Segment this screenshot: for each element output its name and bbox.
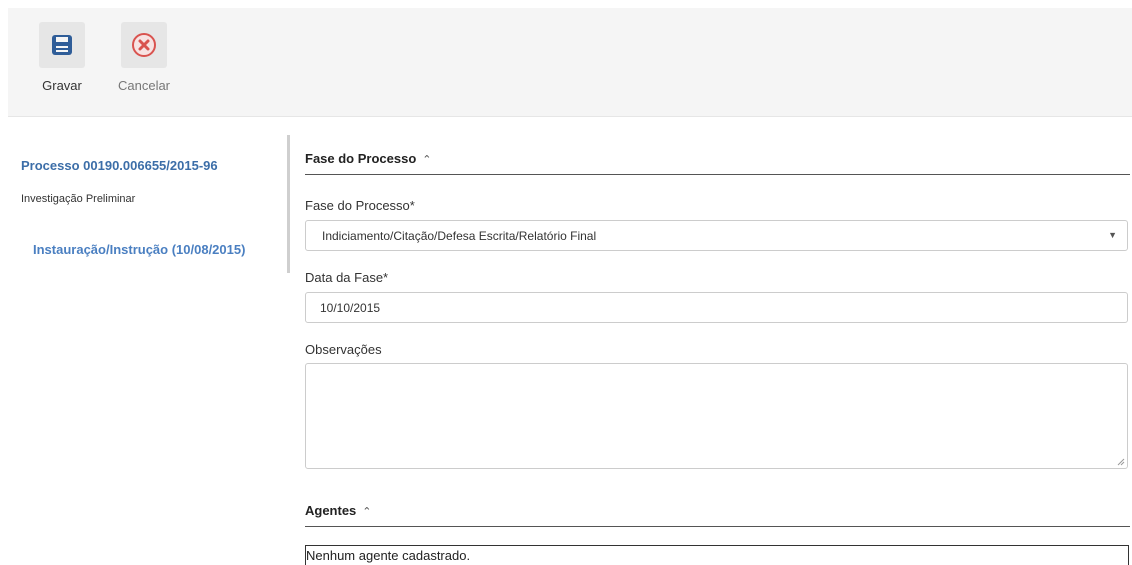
agents-table: Nenhum agente cadastrado. — [305, 545, 1129, 565]
notes-label: Observações — [305, 342, 382, 357]
save-label: Gravar — [42, 78, 82, 93]
caret-down-icon: ▼ — [1108, 230, 1117, 240]
process-subtitle: Investigação Preliminar — [21, 193, 136, 205]
cancel-button[interactable]: Cancelar — [114, 22, 174, 93]
notes-textarea[interactable] — [305, 363, 1128, 469]
section-title-agents: Agentes ⌃ — [305, 503, 372, 518]
cancel-label: Cancelar — [117, 78, 171, 93]
close-circle-icon — [132, 33, 156, 57]
sidebar-divider — [287, 135, 290, 273]
save-icon-button[interactable] — [39, 22, 85, 68]
toolbar: Gravar Cancelar — [8, 8, 1132, 117]
phase-select[interactable]: Indiciamento/Citação/Defesa Escrita/Rela… — [305, 220, 1128, 251]
date-label: Data da Fase* — [305, 270, 389, 285]
phase-label: Fase do Processo* — [305, 198, 415, 213]
process-title: Processo 00190.006655/2015-96 — [21, 158, 218, 173]
date-input-value: 10/10/2015 — [320, 301, 381, 315]
chevron-up-icon[interactable]: ⌃ — [422, 154, 431, 166]
resize-handle-icon[interactable] — [1117, 458, 1125, 466]
phase-select-value: Indiciamento/Citação/Defesa Escrita/Rela… — [322, 229, 597, 243]
phase-link[interactable]: Instauração/Instrução (10/08/2015) — [33, 242, 245, 257]
section-title-phase: Fase do Processo ⌃ — [305, 151, 432, 166]
save-button[interactable]: Gravar — [32, 22, 92, 93]
section-header-agents[interactable]: Agentes ⌃ — [305, 492, 1130, 527]
section-header-phase[interactable]: Fase do Processo ⌃ — [305, 140, 1130, 175]
floppy-disk-icon — [52, 35, 72, 55]
date-input[interactable]: 10/10/2015 — [305, 292, 1128, 323]
chevron-up-icon[interactable]: ⌃ — [362, 506, 371, 518]
cancel-icon-button[interactable] — [121, 22, 167, 68]
